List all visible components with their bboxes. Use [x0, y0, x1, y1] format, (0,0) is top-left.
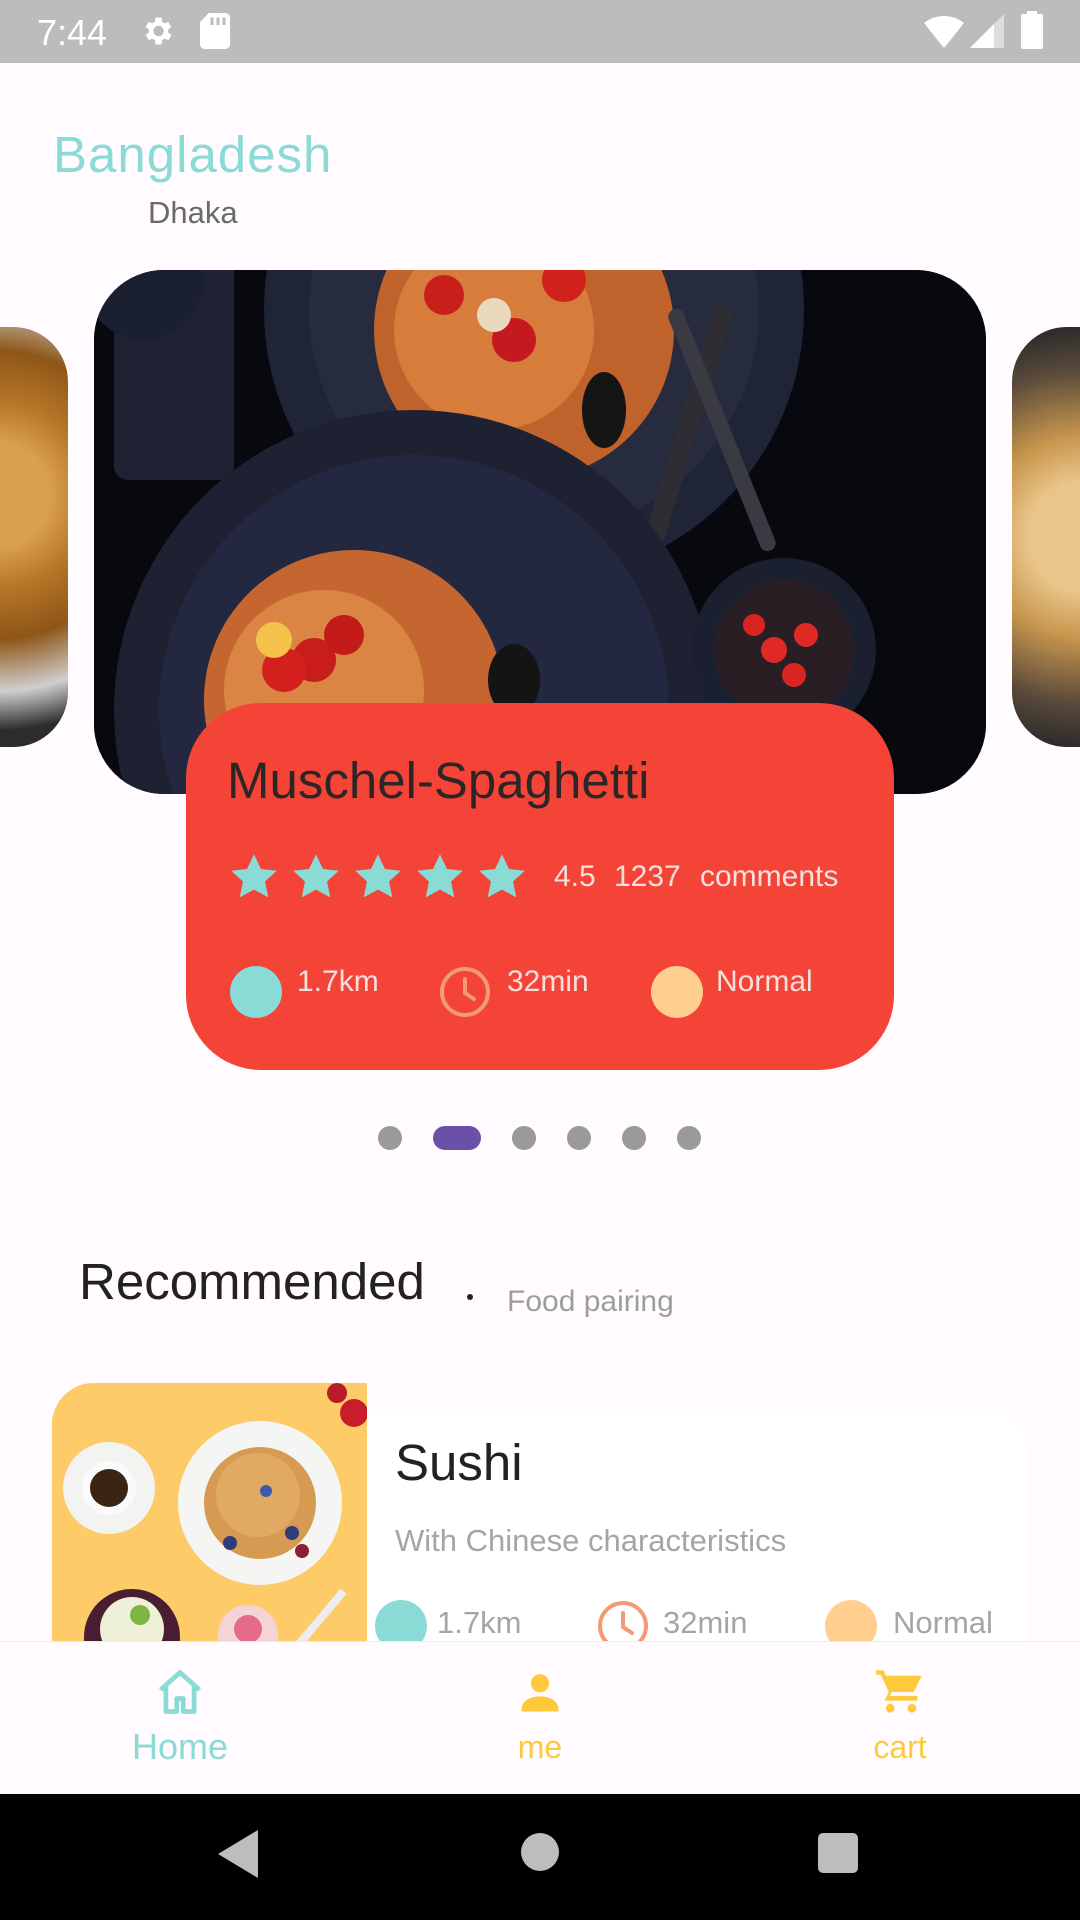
recommended-title: Recommended — [79, 1253, 425, 1310]
distance-dot-icon — [230, 966, 282, 1018]
nav-home-label: Home — [131, 1726, 229, 1767]
recommended-item-body: Sushi With Chinese characteristics 1.7km… — [367, 1410, 1027, 1652]
level-text: Normal — [716, 965, 813, 998]
recommended-item-name: Sushi — [395, 1434, 523, 1491]
breakfast-photo — [52, 1383, 367, 1643]
food-title: Muschel-Spaghetti — [227, 752, 650, 809]
sd-card-icon — [200, 13, 230, 49]
recommended-item[interactable]: Sushi With Chinese characteristics 1.7km… — [52, 1383, 1027, 1652]
star-icon — [417, 854, 463, 898]
nav-cart[interactable]: cart — [800, 1642, 1000, 1795]
back-icon[interactable] — [218, 1830, 258, 1878]
nav-me-label: me — [517, 1729, 563, 1765]
recommended-item-description: With Chinese characteristics — [395, 1523, 787, 1558]
recommended-item-distance: 1.7km — [437, 1605, 522, 1640]
page-dot[interactable] — [512, 1126, 536, 1150]
star-icon — [355, 854, 401, 898]
comments-label: comments — [700, 860, 839, 893]
status-bar: 7:44 — [0, 0, 1080, 63]
star-icon — [479, 854, 525, 898]
carousel-prev-card[interactable] — [0, 327, 68, 747]
carousel-next-card[interactable] — [1012, 327, 1080, 747]
page-dot[interactable] — [677, 1126, 701, 1150]
page-dot[interactable] — [622, 1126, 646, 1150]
home-icon — [158, 1670, 202, 1714]
status-time: 7:44 — [37, 12, 108, 53]
battery-icon — [1021, 11, 1043, 49]
star-icon — [231, 854, 277, 898]
recommended-item-level: Normal — [893, 1605, 993, 1640]
nav-me[interactable]: me — [440, 1642, 640, 1795]
wifi-icon — [924, 15, 964, 48]
star-rating — [228, 851, 528, 903]
distance-text: 1.7km — [297, 965, 379, 998]
page-dot-active[interactable] — [433, 1126, 481, 1150]
recommended-item-image — [52, 1383, 367, 1643]
clock-icon — [440, 967, 490, 1017]
bottom-navigation: Home me cart — [0, 1641, 1080, 1794]
comments-count: 1237 — [614, 860, 681, 893]
recommended-separator — [467, 1294, 473, 1300]
level-dot-icon — [651, 966, 703, 1018]
star-icon — [293, 854, 339, 898]
rating-value: 4.5 — [554, 860, 596, 893]
nav-home[interactable]: Home — [80, 1642, 280, 1795]
home-button-icon[interactable] — [521, 1833, 559, 1871]
cell-signal-icon — [970, 14, 1004, 48]
recommended-subtitle[interactable]: Food pairing — [507, 1285, 674, 1319]
location-city[interactable]: Dhaka — [148, 195, 238, 231]
system-navigation-bar — [0, 1794, 1080, 1920]
featured-food-card[interactable]: Muschel-Spaghetti 4.5 1237 comments 1.7k… — [186, 703, 894, 1070]
cart-icon — [876, 1670, 922, 1713]
recommended-item-time: 32min — [663, 1605, 748, 1640]
person-icon — [521, 1674, 559, 1712]
page-dot[interactable] — [378, 1126, 402, 1150]
nav-cart-label: cart — [873, 1729, 927, 1765]
page-dot[interactable] — [567, 1126, 591, 1150]
time-text: 32min — [507, 965, 589, 998]
gear-icon — [145, 17, 172, 45]
location-country[interactable]: Bangladesh — [53, 125, 332, 184]
recent-apps-icon[interactable] — [818, 1833, 858, 1873]
